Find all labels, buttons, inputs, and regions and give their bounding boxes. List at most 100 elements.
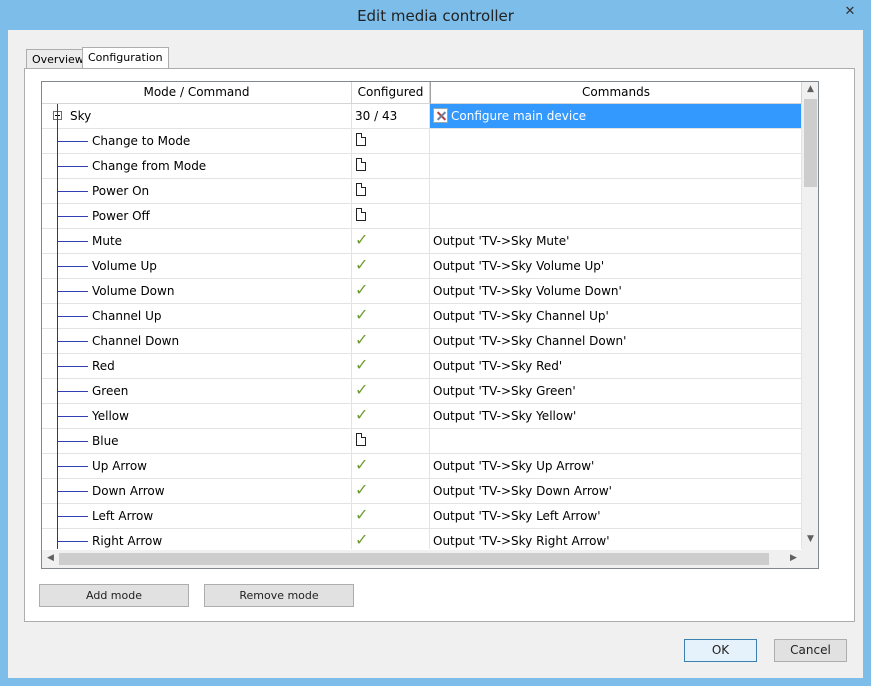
tree-connector [57,104,58,549]
command-text: Configure main device [451,109,587,123]
command-output-cell[interactable] [430,179,802,204]
configured-status-cell: ✓ [352,404,430,429]
horizontal-scrollbar[interactable]: ◀ ▶ [42,550,802,568]
tree-branch-line [58,441,88,442]
column-header-configured[interactable]: Configured [352,82,430,104]
command-output-cell[interactable]: Output 'TV->Sky Channel Down' [430,329,802,354]
command-name-cell: Yellow [42,404,352,429]
command-name-cell: Change from Mode [42,154,352,179]
tree-branch-line [58,291,88,292]
command-name-cell: Volume Up [42,254,352,279]
command-row[interactable]: Channel Down ✓ Output 'TV->Sky Channel Dow… [42,329,802,354]
tree-branch-line [58,341,88,342]
close-button[interactable]: ✕ [834,1,866,22]
command-label: Right Arrow [92,534,163,548]
command-row[interactable]: Right Arrow ✓ Output 'TV->Sky Right Arrow' [42,529,802,549]
command-output-cell[interactable]: Output 'TV->Sky Volume Down' [430,279,802,304]
command-row[interactable]: Up Arrow ✓ Output 'TV->Sky Up Arrow' [42,454,802,479]
command-name-cell: Right Arrow [42,529,352,549]
configured-status-cell: ✓ [352,504,430,529]
command-name-cell: Channel Up [42,304,352,329]
scroll-up-icon[interactable]: ▲ [802,84,818,94]
column-header-mode[interactable]: Mode / Command [42,82,352,104]
command-label: Change to Mode [92,134,191,148]
configured-status-cell: ✓ [352,529,430,549]
command-output-cell[interactable] [430,429,802,454]
command-label: Change from Mode [92,159,207,173]
checkmark-icon: ✓ [355,505,369,524]
mode-command-grid[interactable]: Mode / Command Configured Commands Sky 3… [41,81,819,569]
command-row[interactable]: Mute ✓ Output 'TV->Sky Mute' [42,229,802,254]
command-row[interactable]: Volume Up ✓ Output 'TV->Sky Volume Up' [42,254,802,279]
configured-status-cell: ✓ [352,279,430,304]
command-row[interactable]: Power Off [42,204,802,229]
add-mode-button[interactable]: Add mode [39,584,189,607]
scroll-right-icon[interactable]: ▶ [785,553,802,563]
command-output-cell[interactable]: Output 'TV->Sky Channel Up' [430,304,802,329]
horizontal-scroll-thumb[interactable] [59,553,769,565]
configured-status-cell: ✓ [352,379,430,404]
ok-button[interactable]: OK [684,639,757,662]
command-output-cell[interactable]: Output 'TV->Sky Yellow' [430,404,802,429]
command-output-cell[interactable]: Output 'TV->Sky Up Arrow' [430,454,802,479]
command-row[interactable]: Power On [42,179,802,204]
vertical-scrollbar[interactable]: ▲ ▼ [802,82,818,550]
scroll-left-icon[interactable]: ◀ [42,553,59,563]
vertical-scroll-thumb[interactable] [804,99,817,187]
tree-branch-line [58,391,88,392]
tree-branch-line [58,266,88,267]
checkmark-icon: ✓ [355,305,369,324]
command-row[interactable]: Change to Mode [42,129,802,154]
command-row[interactable]: Channel Up ✓ Output 'TV->Sky Channel Up' [42,304,802,329]
command-output-cell[interactable]: Output 'TV->Sky Left Arrow' [430,504,802,529]
tree-row-sky[interactable]: Sky 30 / 43 Configure main device [42,104,802,129]
command-label: Down Arrow [92,484,165,498]
tree-branch-line [58,316,88,317]
column-header-commands[interactable]: Commands [430,82,802,104]
tree-branch-line [58,366,88,367]
remove-mode-button[interactable]: Remove mode [204,584,354,607]
command-output-cell[interactable]: Output 'TV->Sky Red' [430,354,802,379]
command-row[interactable]: Down Arrow ✓ Output 'TV->Sky Down Arrow' [42,479,802,504]
checkmark-icon: ✓ [355,480,369,499]
command-label: Volume Down [92,284,175,298]
title-bar[interactable]: Edit media controller ✕ [0,0,871,30]
configured-status-cell: ✓ [352,354,430,379]
command-output-cell[interactable] [430,154,802,179]
command-row[interactable]: Red ✓ Output 'TV->Sky Red' [42,354,802,379]
document-icon [356,433,366,446]
checkmark-icon: ✓ [355,355,369,374]
command-output-cell[interactable]: Output 'TV->Sky Volume Up' [430,254,802,279]
command-output-cell[interactable]: Output 'TV->Sky Green' [430,379,802,404]
command-row[interactable]: Blue [42,429,802,454]
command-row[interactable]: Change from Mode [42,154,802,179]
checkmark-icon: ✓ [355,405,369,424]
configured-status-cell: ✓ [352,254,430,279]
command-cell-selected[interactable]: Configure main device [430,104,802,129]
command-output-cell[interactable] [430,129,802,154]
command-label: Left Arrow [92,509,154,523]
cancel-button[interactable]: Cancel [774,639,847,662]
scroll-down-icon[interactable]: ▼ [802,534,818,544]
checkmark-icon: ✓ [355,230,369,249]
checkmark-icon: ✓ [355,255,369,274]
configured-status-cell: ✓ [352,479,430,504]
command-output-cell[interactable]: Output 'TV->Sky Mute' [430,229,802,254]
command-name-cell: Change to Mode [42,129,352,154]
tab-configuration[interactable]: Configuration [82,47,169,70]
checkmark-icon: ✓ [355,455,369,474]
command-label: Channel Up [92,309,162,323]
command-row[interactable]: Green ✓ Output 'TV->Sky Green' [42,379,802,404]
command-output-cell[interactable]: Output 'TV->Sky Right Arrow' [430,529,802,549]
command-row[interactable]: Left Arrow ✓ Output 'TV->Sky Left Arrow' [42,504,802,529]
command-row[interactable]: Volume Down ✓ Output 'TV->Sky Volume Down' [42,279,802,304]
tree-branch-line [58,491,88,492]
document-icon [356,208,366,221]
command-row[interactable]: Yellow ✓ Output 'TV->Sky Yellow' [42,404,802,429]
command-output-cell[interactable] [430,204,802,229]
tab-overview[interactable]: Overview [26,49,90,70]
tools-icon [433,108,448,123]
command-output-cell[interactable]: Output 'TV->Sky Down Arrow' [430,479,802,504]
configured-status-cell: ✓ [352,454,430,479]
checkmark-icon: ✓ [355,280,369,299]
